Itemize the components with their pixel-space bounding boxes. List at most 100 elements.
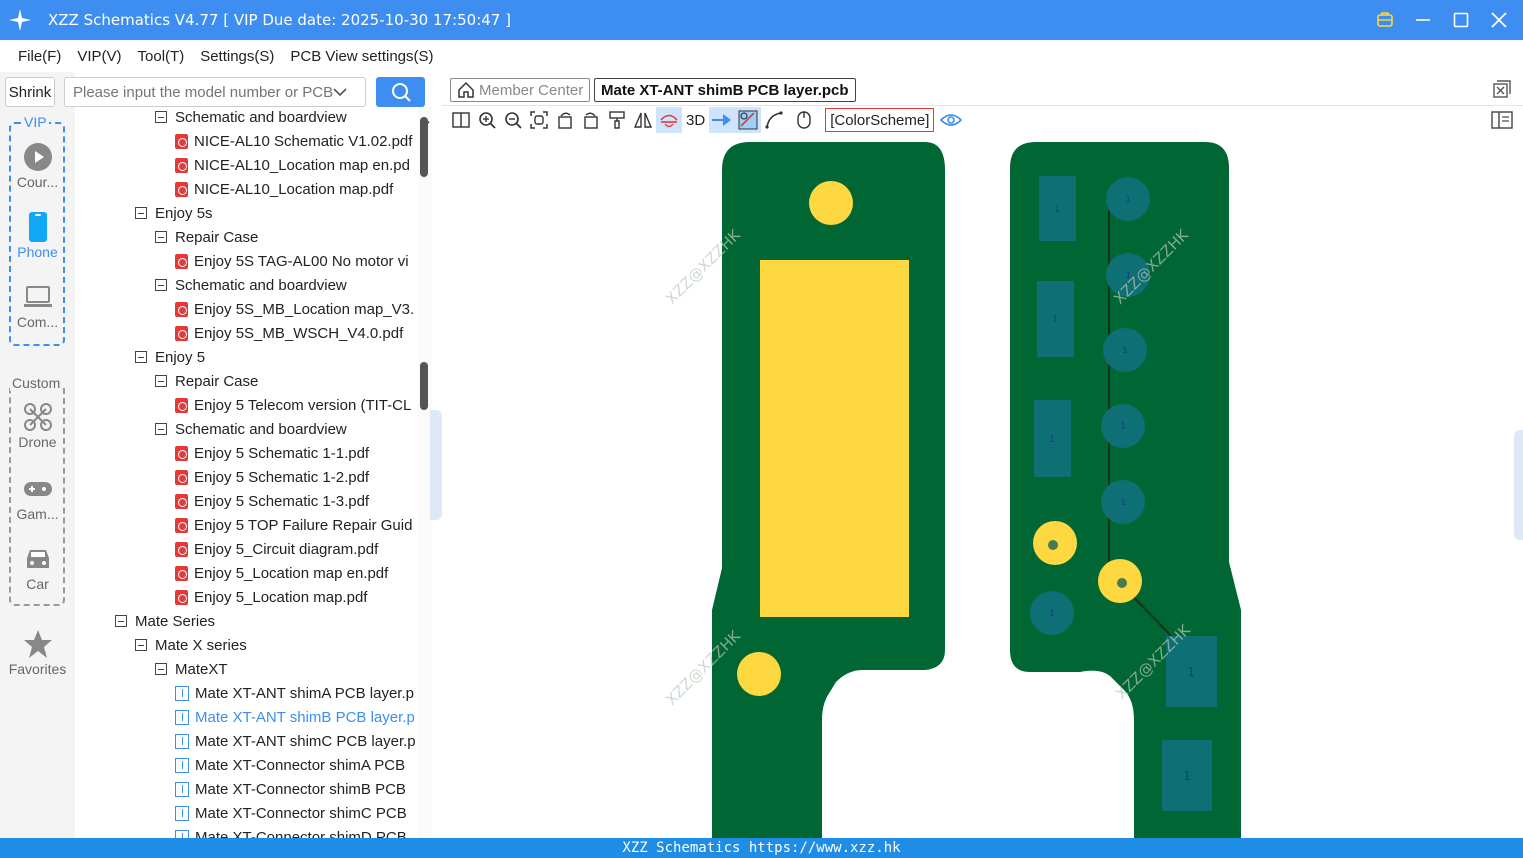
shrink-button[interactable]: Shrink — [5, 77, 55, 107]
search-button[interactable] — [376, 77, 425, 107]
tree-file[interactable]: Enjoy 5_Circuit diagram.pdf — [175, 537, 378, 561]
tree-folder[interactable]: MateXT — [155, 657, 228, 681]
eye-icon[interactable] — [938, 107, 964, 133]
scrollbar-thumb[interactable] — [420, 362, 428, 410]
tree-file[interactable]: Enjoy 5S TAG-AL00 No motor vi — [175, 249, 409, 273]
mirror-icon[interactable] — [630, 107, 656, 133]
pad-label: 1 — [1120, 498, 1125, 508]
tree-file[interactable]: Mate XT-Connector shimC PCB — [175, 801, 407, 825]
fit-view-icon[interactable] — [526, 107, 552, 133]
rail-item-computer[interactable]: Com... — [0, 280, 75, 330]
tree-file[interactable]: Enjoy 5_Location map.pdf — [175, 585, 367, 609]
tree-folder[interactable]: Repair Case — [155, 369, 258, 393]
tree-file[interactable]: Mate XT-Connector shimB PCB — [175, 777, 406, 801]
tree-file[interactable]: Enjoy 5_Location map en.pdf — [175, 561, 388, 585]
tree-folder[interactable]: Schematic and boardview — [155, 107, 347, 129]
tree-folder[interactable]: Enjoy 5 — [135, 345, 205, 369]
tree-folder[interactable]: Mate X series — [135, 633, 247, 657]
zoom-in-icon[interactable] — [474, 107, 500, 133]
close-all-tabs-icon[interactable] — [1493, 80, 1511, 98]
menu-settings[interactable]: Settings(S) — [200, 48, 274, 65]
tree-file[interactable]: NICE-AL10_Location map.pdf — [175, 177, 393, 201]
menu-pcb-view-settings[interactable]: PCB View settings(S) — [290, 48, 433, 65]
pcb-canvas[interactable]: 1 1 1 1 1 1 1 1 1 1 1 XZZ@XZZHK XZZ@XZZH… — [442, 134, 1523, 838]
tree-file[interactable]: Mate XT-ANT shimC PCB layer.p — [175, 729, 416, 753]
zoom-out-icon[interactable] — [500, 107, 526, 133]
vip-badge-icon[interactable] — [1373, 8, 1397, 32]
tree-file[interactable]: Enjoy 5S_MB_Location map_V3. — [175, 297, 414, 321]
tree-file[interactable]: Enjoy 5 Schematic 1-2.pdf — [175, 465, 369, 489]
chevron-down-icon[interactable] — [333, 87, 347, 97]
layer-flip-icon[interactable] — [656, 107, 682, 133]
menu-tool[interactable]: Tool(T) — [138, 48, 185, 65]
tree-folder[interactable]: Mate Series — [115, 609, 215, 633]
format-painter-icon[interactable] — [604, 107, 630, 133]
tree-file[interactable]: Mate XT-ANT shimA PCB layer.p — [175, 681, 414, 705]
pin-mode-icon[interactable] — [709, 107, 736, 133]
rail-item-car[interactable]: Car — [0, 542, 75, 592]
search-field[interactable] — [64, 77, 366, 107]
mouse-mode-icon[interactable] — [791, 107, 817, 133]
tree-file[interactable]: Mate XT-Connector shimA PCB — [175, 753, 405, 777]
split-view-icon[interactable] — [448, 107, 474, 133]
collapse-toggle-icon[interactable] — [135, 351, 147, 363]
collapse-toggle-icon[interactable] — [115, 615, 127, 627]
tree-file[interactable]: Enjoy 5S_MB_WSCH_V4.0.pdf — [175, 321, 403, 345]
search-input[interactable] — [73, 83, 333, 101]
collapse-toggle-icon[interactable] — [155, 279, 167, 291]
collapse-toggle-icon[interactable] — [155, 111, 167, 123]
tree-file[interactable]: NICE-AL10_Location map en.pd — [175, 153, 410, 177]
menu-file[interactable]: File(F) — [18, 48, 61, 65]
tree-file[interactable]: NICE-AL10 Schematic V1.02.pdf — [175, 129, 412, 153]
collapse-panel-handle[interactable] — [430, 410, 442, 520]
pdf-file-icon — [175, 493, 188, 509]
minimize-icon[interactable] — [1411, 8, 1435, 32]
collapse-toggle-icon[interactable] — [155, 663, 167, 675]
collapse-toggle-icon[interactable] — [135, 207, 147, 219]
rotate-right-icon[interactable] — [578, 107, 604, 133]
rail-item-drone[interactable]: Drone — [0, 400, 75, 450]
rail-item-courses[interactable]: Cour... — [0, 140, 75, 190]
close-icon[interactable] — [1487, 8, 1511, 32]
drone-icon — [23, 400, 53, 434]
rail-item-phone[interactable]: Phone — [0, 210, 75, 260]
tab-active-pcb[interactable]: Mate XT-ANT shimB PCB layer.pcb — [594, 78, 856, 102]
collapse-toggle-icon[interactable] — [135, 639, 147, 651]
tree-item-label: Enjoy 5 Schematic 1-2.pdf — [194, 468, 370, 486]
pcb-pad-large — [760, 260, 909, 617]
tree-file[interactable]: Mate XT-Connector shimD PCB — [175, 825, 407, 838]
scrollbar-thumb[interactable] — [420, 117, 428, 177]
3d-view-toggle[interactable]: 3D — [686, 112, 705, 129]
tab-member-center[interactable]: Member Center — [450, 78, 591, 102]
tree-folder[interactable]: Enjoy 5s — [135, 201, 213, 225]
tree-file[interactable]: Mate XT-ANT shimB PCB layer.p — [175, 705, 415, 729]
tree-item-label: Repair Case — [175, 228, 259, 246]
tree-file[interactable]: Enjoy 5 TOP Failure Repair Guid — [175, 513, 412, 537]
right-panel-handle[interactable] — [1514, 430, 1523, 540]
collapse-toggle-icon[interactable] — [155, 423, 167, 435]
menu-vip[interactable]: VIP(V) — [77, 48, 121, 65]
pcb-pad-round — [809, 181, 853, 225]
maximize-icon[interactable] — [1449, 8, 1473, 32]
tree-item-label: Schematic and boardview — [175, 108, 347, 126]
color-scheme-button[interactable]: [ColorScheme] — [825, 108, 935, 132]
tree-item-label: NICE-AL10_Location map.pdf — [194, 180, 394, 198]
net-highlight-icon[interactable] — [735, 107, 762, 133]
rail-item-games[interactable]: Gam... — [0, 472, 75, 522]
tree-folder[interactable]: Repair Case — [155, 225, 258, 249]
collapse-toggle-icon[interactable] — [155, 375, 167, 387]
pcb-file-icon — [175, 757, 189, 773]
tree-folder[interactable]: Schematic and boardview — [155, 273, 347, 297]
tree-file[interactable]: Enjoy 5 Telecom version (TIT-CL — [175, 393, 411, 417]
rail-item-favorites[interactable]: Favorites — [0, 627, 75, 677]
tree-folder[interactable]: Schematic and boardview — [155, 417, 347, 441]
tree-file[interactable]: Enjoy 5 Schematic 1-3.pdf — [175, 489, 369, 513]
tree-file[interactable]: Enjoy 5 Schematic 1-1.pdf — [175, 441, 369, 465]
pad-label: 1 — [1052, 315, 1057, 325]
side-panel-toggle-icon[interactable] — [1489, 107, 1515, 133]
trace-icon[interactable] — [761, 107, 787, 133]
rotate-left-icon[interactable] — [552, 107, 578, 133]
collapse-toggle-icon[interactable] — [155, 231, 167, 243]
tree-item-label: Repair Case — [175, 372, 259, 390]
pcb-board-view[interactable]: 1 1 1 1 1 1 1 1 1 1 1 XZZ@XZZHK XZZ@XZZH… — [442, 134, 1523, 838]
